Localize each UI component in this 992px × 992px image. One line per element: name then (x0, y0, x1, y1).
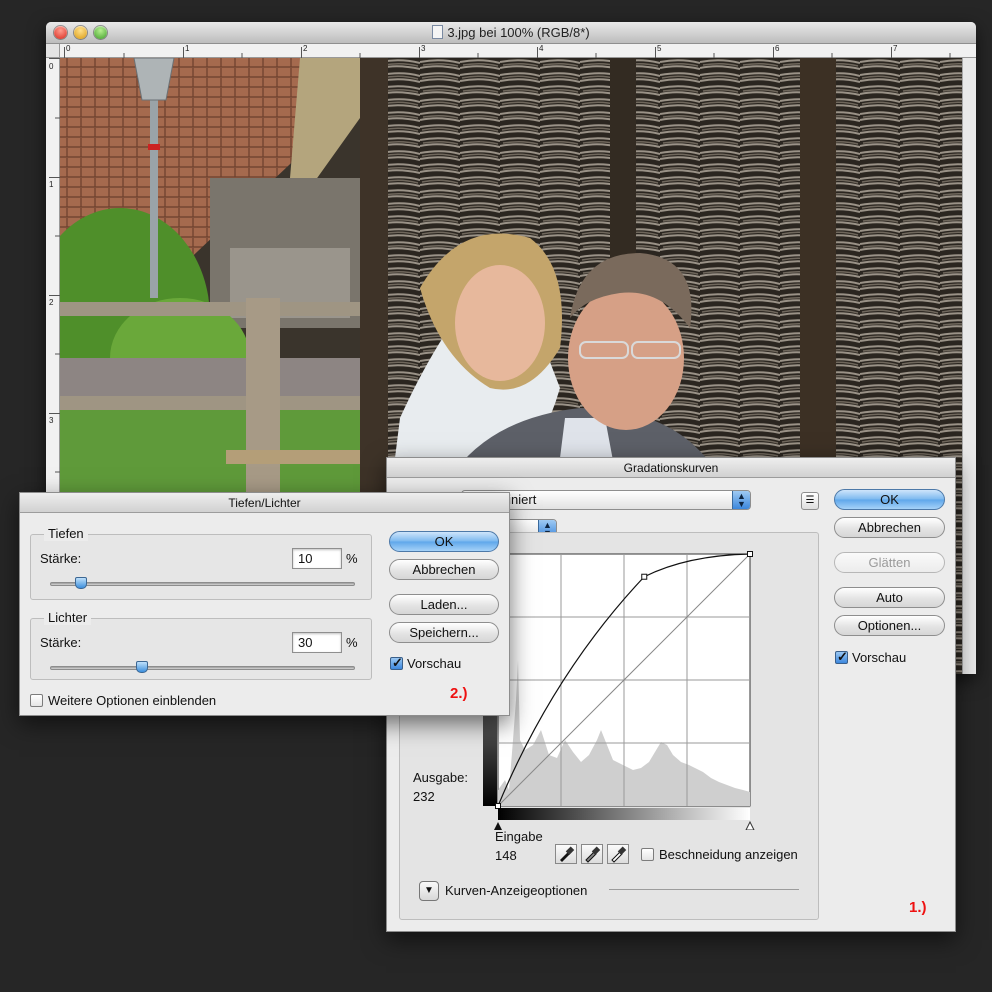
auto-button[interactable]: Auto (834, 587, 945, 608)
ruler-label: 3 (421, 44, 426, 53)
divider (609, 889, 799, 890)
ok-button[interactable]: OK (834, 489, 945, 510)
document-title-text: 3.jpg bei 100% (RGB/8*) (447, 25, 590, 40)
more-options-label: Weitere Optionen einblenden (48, 693, 217, 708)
white-point-slider (745, 820, 755, 830)
clipping-checkbox[interactable] (641, 848, 654, 861)
highlights-amount-field[interactable]: 30 (292, 632, 342, 653)
ruler-label: 1 (49, 180, 54, 189)
ruler-label: 1 (185, 44, 190, 53)
ruler-label: 0 (49, 62, 54, 71)
input-value: 148 (495, 848, 517, 863)
shadows-preview-checkbox[interactable] (390, 655, 403, 671)
disclosure-triangle-icon[interactable]: ▼ (419, 881, 439, 901)
curve-graph[interactable] (483, 540, 763, 830)
curves-preview-checkbox[interactable] (835, 649, 848, 665)
black-eyedropper-icon[interactable] (555, 844, 577, 864)
document-titlebar[interactable]: 3.jpg bei 100% (RGB/8*) (46, 22, 976, 44)
curves-preview-label: Vorschau (852, 650, 907, 665)
load-button[interactable]: Laden... (389, 594, 499, 615)
shadows-highlights-title[interactable]: Tiefen/Lichter (20, 493, 509, 513)
curve-point[interactable] (495, 803, 501, 809)
curve-point[interactable] (747, 551, 753, 557)
percent-label: % (346, 551, 358, 566)
annotation-label: 1.) (909, 899, 927, 916)
percent-label: % (346, 635, 358, 650)
vertical-scrollbar[interactable] (962, 58, 976, 674)
ruler-label: 7 (893, 44, 898, 53)
shadows-amount-slider-thumb[interactable] (74, 577, 87, 589)
select-arrows-icon: ▲▼ (732, 491, 750, 509)
cancel-button[interactable]: Abbrechen (389, 559, 499, 580)
horizontal-ruler[interactable]: 0 1 2 3 4 5 6 7 (60, 44, 976, 58)
highlights-amount-slider-track[interactable] (50, 666, 355, 670)
shadows-highlights-dialog: Tiefen/Lichter Tiefen Stärke: 10 % Licht… (19, 492, 510, 716)
ruler-label: 2 (49, 298, 54, 307)
ruler-label: 2 (303, 44, 308, 53)
display-options-label[interactable]: Kurven-Anzeigeoptionen (445, 883, 587, 898)
ruler-origin[interactable] (46, 44, 60, 58)
shadows-amount-label: Stärke: (40, 551, 82, 566)
cancel-button[interactable]: Abbrechen (834, 517, 945, 538)
horizontal-ruler-ticks (64, 47, 951, 58)
highlights-group-title: Lichter (44, 610, 92, 625)
input-label: Eingabe (495, 829, 543, 844)
ruler-label: 3 (49, 416, 54, 425)
output-value: 232 (413, 789, 435, 804)
document-title: 3.jpg bei 100% (RGB/8*) (46, 25, 976, 40)
shadows-preview-label: Vorschau (407, 656, 462, 671)
shadows-group-title: Tiefen (44, 526, 88, 541)
white-eyedropper-icon[interactable] (607, 844, 629, 864)
ruler-label: 5 (657, 44, 662, 53)
preset-menu-icon[interactable]: ☰ (801, 492, 819, 510)
ruler-label: 0 (66, 44, 71, 53)
more-options-checkbox[interactable] (30, 694, 43, 707)
ok-button[interactable]: OK (389, 531, 499, 552)
smooth-button[interactable]: Glätten (834, 552, 945, 573)
ruler-label: 6 (775, 44, 780, 53)
highlights-amount-label: Stärke: (40, 635, 82, 650)
input-gradient-bar (498, 808, 750, 820)
gray-eyedropper-icon[interactable] (581, 844, 603, 864)
highlights-amount-slider-thumb[interactable] (135, 661, 148, 673)
jpeg-file-icon (432, 25, 444, 39)
output-label: Ausgabe: (413, 770, 468, 785)
ruler-label: 4 (539, 44, 544, 53)
annotation-label: 2.) (450, 685, 468, 702)
save-button[interactable]: Speichern... (389, 622, 499, 643)
shadows-amount-slider-track[interactable] (50, 582, 355, 586)
clipping-label: Beschneidung anzeigen (659, 847, 798, 862)
curve-point[interactable] (641, 573, 648, 580)
curves-dialog-title[interactable]: Gradationskurven (387, 458, 955, 478)
options-button[interactable]: Optionen... (834, 615, 945, 636)
shadows-amount-field[interactable]: 10 (292, 548, 342, 569)
